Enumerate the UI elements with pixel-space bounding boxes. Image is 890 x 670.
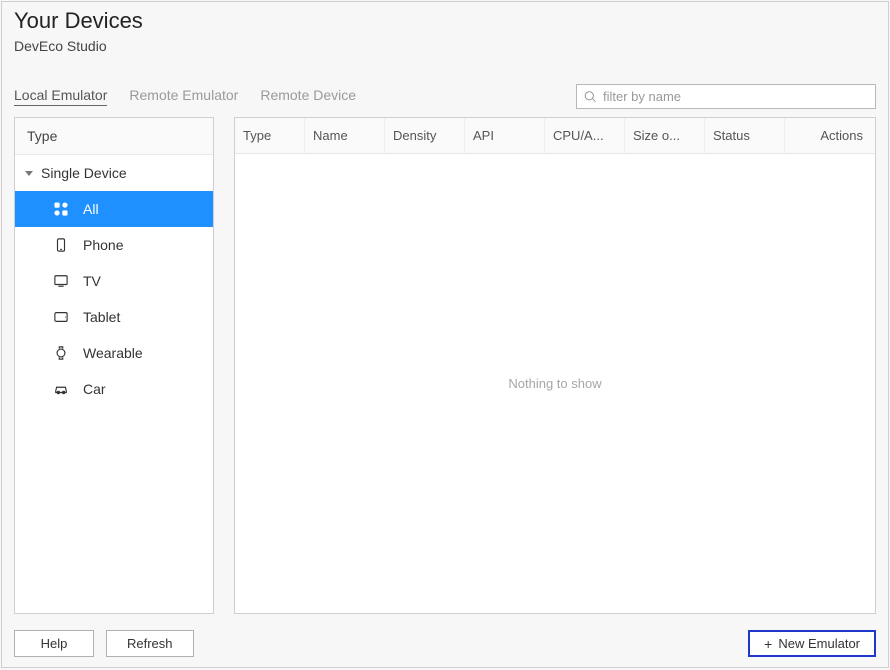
column-actions[interactable]: Actions [785, 118, 875, 153]
sidebar-item-label: TV [83, 273, 101, 289]
search-input[interactable] [576, 84, 876, 109]
help-button[interactable]: Help [14, 630, 94, 657]
column-api[interactable]: API [465, 118, 545, 153]
new-emulator-button[interactable]: + New Emulator [748, 630, 876, 657]
sidebar-item-label: Wearable [83, 345, 143, 361]
main-panel: Type Name Density API CPU/A... Size o...… [234, 117, 876, 614]
new-emulator-label: New Emulator [778, 636, 860, 651]
tablet-icon [53, 309, 69, 325]
page-title: Your Devices [14, 8, 876, 34]
tab-local-emulator[interactable]: Local Emulator [14, 87, 107, 106]
device-manager-window: Your Devices DevEco Studio Local Emulato… [1, 1, 889, 668]
sidebar-item-phone[interactable]: Phone [15, 227, 213, 263]
sidebar-item-label: Phone [83, 237, 123, 253]
sidebar-item-label: Tablet [83, 309, 120, 325]
tabs-row: Local Emulator Remote Emulator Remote De… [2, 62, 888, 117]
sidebar: Type Single Device All Phone [14, 117, 214, 614]
tab-remote-device[interactable]: Remote Device [260, 87, 356, 106]
header: Your Devices DevEco Studio [2, 2, 888, 62]
footer-left: Help Refresh [14, 630, 194, 657]
tv-icon [53, 273, 69, 289]
watch-icon [53, 345, 69, 361]
search-icon [584, 90, 597, 103]
tab-remote-emulator[interactable]: Remote Emulator [129, 87, 238, 106]
sidebar-item-label: All [83, 201, 99, 217]
footer: Help Refresh + New Emulator [2, 622, 888, 667]
grid-icon [53, 201, 69, 217]
sidebar-item-wearable[interactable]: Wearable [15, 335, 213, 371]
sidebar-item-label: Car [83, 381, 106, 397]
tree-group-single-device[interactable]: Single Device [15, 155, 213, 191]
search-wrap [576, 84, 876, 109]
page-subtitle: DevEco Studio [14, 38, 876, 54]
column-type[interactable]: Type [235, 118, 305, 153]
empty-state: Nothing to show [235, 154, 875, 613]
car-icon [53, 381, 69, 397]
tabs: Local Emulator Remote Emulator Remote De… [14, 87, 356, 106]
sidebar-item-tablet[interactable]: Tablet [15, 299, 213, 335]
refresh-button[interactable]: Refresh [106, 630, 194, 657]
plus-icon: + [764, 637, 772, 651]
sidebar-header: Type [15, 118, 213, 155]
tree-group-label: Single Device [41, 165, 127, 181]
sidebar-item-all[interactable]: All [15, 191, 213, 227]
sidebar-item-car[interactable]: Car [15, 371, 213, 407]
sidebar-item-tv[interactable]: TV [15, 263, 213, 299]
column-size[interactable]: Size o... [625, 118, 705, 153]
column-status[interactable]: Status [705, 118, 785, 153]
chevron-down-icon [25, 171, 33, 176]
column-density[interactable]: Density [385, 118, 465, 153]
column-name[interactable]: Name [305, 118, 385, 153]
body: Type Single Device All Phone [2, 117, 888, 622]
phone-icon [53, 237, 69, 253]
table-header: Type Name Density API CPU/A... Size o...… [235, 118, 875, 154]
column-cpu[interactable]: CPU/A... [545, 118, 625, 153]
